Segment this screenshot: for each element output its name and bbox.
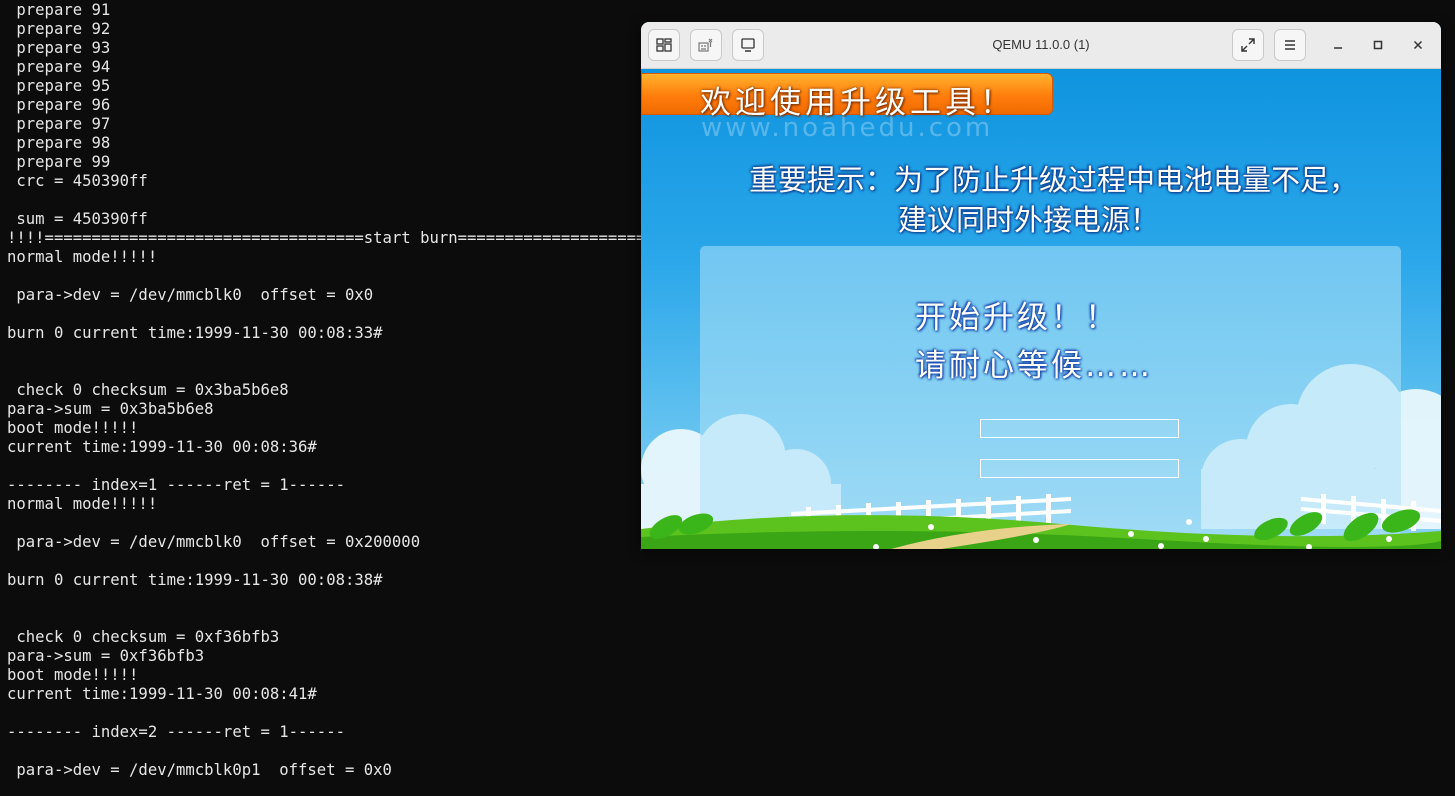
window-title: QEMU 11.0.0 (1): [992, 37, 1090, 52]
terminal-line: check 0 checksum = 0x3ba5b6e8: [7, 381, 289, 399]
qemu-window[interactable]: QEMU 11.0.0 (1) 欢迎使用升级工具！ www.noahedu.co…: [641, 22, 1441, 549]
terminal-line: para->dev = /dev/mmcblk0 offset = 0x2000…: [7, 533, 421, 551]
close-glyph: [1413, 40, 1423, 50]
maximize-glyph: [1373, 40, 1383, 50]
terminal-line: burn 0 current time:1999-11-30 00:08:38#: [7, 571, 383, 589]
grass-fence-decoration: [641, 494, 1441, 549]
terminal-line: para->sum = 0xf36bfb3: [7, 647, 205, 665]
terminal-line: normal mode!!!!!: [7, 248, 158, 266]
guest-screen[interactable]: 欢迎使用升级工具！ www.noahedu.com 重要提示：为了防止升级过程中…: [641, 69, 1441, 549]
terminal-line: prepare 99: [7, 153, 111, 171]
terminal-line: prepare 95: [7, 77, 111, 95]
terminal-line: current time:1999-11-30 00:08:36#: [7, 438, 317, 456]
terminal-line: prepare 91: [7, 1, 111, 19]
progress-bar-1: [980, 419, 1179, 438]
minimize-glyph: [1334, 47, 1342, 49]
terminal-line: normal mode!!!!!: [7, 495, 158, 513]
menu-icon[interactable]: [1274, 29, 1306, 61]
fullscreen-icon[interactable]: [1232, 29, 1264, 61]
notice-line-2: 建议同时外接电源！: [898, 203, 1160, 237]
terminal-lines: prepare 91 prepare 92 prepare 93 prepare…: [7, 1, 664, 780]
terminal-line: sum = 450390ff: [7, 210, 148, 228]
minimize-icon[interactable]: [1328, 35, 1348, 55]
title-bar[interactable]: QEMU 11.0.0 (1): [641, 22, 1441, 69]
terminal-line: prepare 93: [7, 39, 111, 57]
fullscreen-icon-glyph: [1241, 38, 1255, 52]
terminal-line: !!!!==================================st…: [7, 229, 665, 247]
terminal-line: boot mode!!!!!: [7, 666, 139, 684]
terminal-line: -------- index=2 ------ret = 1------: [7, 723, 345, 741]
menu-icon-glyph: [1285, 40, 1295, 50]
terminal-line: burn 0 current time:1999-11-30 00:08:33#: [7, 324, 383, 342]
terminal-line: prepare 97: [7, 115, 111, 133]
watermark-url: www.noahedu.com: [701, 113, 994, 143]
close-icon[interactable]: [1408, 35, 1428, 55]
maximize-icon[interactable]: [1368, 35, 1388, 55]
status-line-2: 请耐心等候……: [915, 348, 1153, 384]
terminal-line: check 0 checksum = 0xf36bfb3: [7, 628, 280, 646]
status-line-1: 开始升级！！: [915, 300, 1119, 336]
terminal-line: prepare 94: [7, 58, 111, 76]
terminal-line: prepare 96: [7, 96, 111, 114]
terminal-line: prepare 92: [7, 20, 111, 38]
welcome-banner: 欢迎使用升级工具！: [641, 73, 1053, 121]
terminal-line: crc = 450390ff: [7, 172, 148, 190]
terminal-line: boot mode!!!!!: [7, 419, 139, 437]
terminal-line: prepare 98: [7, 134, 111, 152]
terminal-line: current time:1999-11-30 00:08:41#: [7, 685, 317, 703]
terminal-line: para->sum = 0x3ba5b6e8: [7, 400, 214, 418]
notice-line-1: 重要提示：为了防止升级过程中电池电量不足，: [749, 163, 1359, 197]
terminal-line: -------- index=1 ------ret = 1------: [7, 476, 345, 494]
terminal-line: para->dev = /dev/mmcblk0 offset = 0x0: [7, 286, 374, 304]
terminal-line: para->dev = /dev/mmcblk0p1 offset = 0x0: [7, 761, 392, 779]
